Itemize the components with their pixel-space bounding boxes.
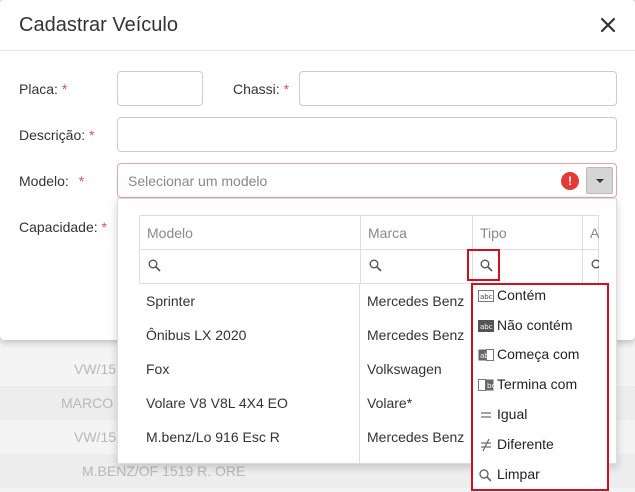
cell-modelo: Sprinter bbox=[146, 293, 196, 309]
required-mark: * bbox=[78, 173, 85, 189]
column-header-marca[interactable]: Marca bbox=[361, 216, 473, 250]
required-mark: * bbox=[283, 81, 290, 97]
menu-item-equals[interactable]: Igual bbox=[476, 401, 606, 431]
contains-icon: abc bbox=[478, 290, 494, 302]
equals-icon bbox=[481, 412, 491, 418]
search-icon bbox=[479, 469, 492, 482]
menu-item-label: Contém bbox=[497, 287, 547, 303]
grid-header: Modelo Marca Tipo A bbox=[139, 215, 599, 250]
chassi-label-text: Chassi: bbox=[233, 81, 280, 97]
cell-marca: Mercedes Benz bbox=[367, 429, 465, 445]
search-icon bbox=[591, 259, 599, 269]
chassi-label: Chassi: * bbox=[233, 81, 289, 97]
svg-text:bc: bc bbox=[487, 382, 494, 390]
menu-item-contains[interactable]: abc Contém bbox=[476, 282, 606, 312]
filter-cell-a[interactable] bbox=[583, 249, 599, 283]
modal-title: Cadastrar Veículo bbox=[19, 14, 178, 36]
error-icon: ! bbox=[561, 172, 579, 190]
descricao-label: Descrição: * bbox=[19, 127, 94, 143]
filter-row bbox=[139, 249, 599, 284]
descricao-label-text: Descrição: bbox=[19, 127, 86, 143]
menu-item-ends-with[interactable]: bc Termina com bbox=[476, 371, 606, 401]
filter-cell-modelo[interactable] bbox=[140, 249, 361, 283]
starts-with-icon: ab bbox=[478, 349, 494, 361]
menu-item-label: Limpar bbox=[497, 466, 540, 482]
column-header-tipo[interactable]: Tipo bbox=[473, 216, 583, 250]
modelo-label-text: Modelo: bbox=[19, 173, 69, 189]
dropdown-toggle-button[interactable] bbox=[586, 167, 613, 194]
capacidade-label-text: Capacidade: bbox=[19, 219, 98, 235]
close-icon bbox=[600, 17, 616, 33]
modelo-select[interactable]: Selecionar um modelo ! bbox=[117, 163, 617, 198]
menu-item-label: Não contém bbox=[497, 317, 573, 333]
caret-down-icon bbox=[596, 179, 604, 183]
menu-item-starts-with[interactable]: ab Começa com bbox=[476, 341, 606, 371]
required-mark: * bbox=[61, 81, 68, 97]
modelo-label: Modelo: * bbox=[19, 173, 84, 189]
menu-item-label: Igual bbox=[497, 406, 528, 422]
cell-modelo: Volare V8 V8L 4X4 EO bbox=[146, 395, 288, 411]
menu-item-clear[interactable]: Limpar bbox=[476, 461, 606, 491]
column-header-a[interactable]: A bbox=[583, 216, 599, 250]
modal-header: Cadastrar Veículo bbox=[0, 0, 635, 51]
cell-modelo: Ônibus LX 2020 bbox=[146, 327, 247, 343]
menu-item-label: Diferente bbox=[497, 436, 554, 452]
filter-cell-marca[interactable] bbox=[361, 249, 473, 283]
required-mark: * bbox=[101, 219, 107, 235]
placa-label-text: Placa: bbox=[19, 81, 58, 97]
background-row-text: VW/15 bbox=[74, 361, 117, 377]
close-button[interactable] bbox=[597, 14, 619, 36]
menu-item-not-contains[interactable]: abc Não contém bbox=[476, 312, 606, 342]
cell-modelo: Fox bbox=[146, 361, 170, 377]
menu-item-not-equal[interactable]: Diferente bbox=[476, 431, 606, 461]
cell-marca: Mercedes Benz bbox=[367, 293, 465, 309]
filter-operations-menu: abc Contém abc Não contém ab Começa com … bbox=[471, 283, 609, 491]
svg-text:abc: abc bbox=[480, 323, 493, 331]
not-contains-icon: abc bbox=[478, 320, 494, 332]
cell-marca: Volare* bbox=[367, 395, 413, 411]
search-icon bbox=[148, 259, 161, 272]
chassi-input[interactable] bbox=[299, 71, 617, 106]
required-mark: * bbox=[89, 127, 95, 143]
cell-modelo: M.benz/Lo 916 Esc R bbox=[146, 429, 280, 445]
not-equal-icon bbox=[481, 438, 491, 452]
descricao-input[interactable] bbox=[117, 117, 617, 152]
background-row-text: MARCO bbox=[61, 395, 114, 411]
tipo-filter-highlight bbox=[467, 249, 500, 281]
column-header-modelo[interactable]: Modelo bbox=[140, 216, 361, 250]
capacidade-label: Capacidade: * bbox=[19, 219, 107, 235]
background-row-text: VW/15 bbox=[74, 429, 117, 445]
search-icon bbox=[369, 259, 382, 272]
svg-text:abc: abc bbox=[480, 293, 493, 301]
svg-text:ab: ab bbox=[480, 352, 489, 360]
ends-with-icon: bc bbox=[478, 379, 494, 391]
cell-marca: Volkswagen bbox=[367, 361, 442, 377]
menu-item-label: Começa com bbox=[497, 346, 580, 362]
cell-marca: Mercedes Benz bbox=[367, 327, 465, 343]
menu-item-label: Termina com bbox=[497, 376, 578, 392]
placa-input[interactable] bbox=[117, 71, 203, 106]
modelo-select-placeholder: Selecionar um modelo bbox=[128, 173, 268, 189]
placa-label: Placa: * bbox=[19, 81, 67, 97]
